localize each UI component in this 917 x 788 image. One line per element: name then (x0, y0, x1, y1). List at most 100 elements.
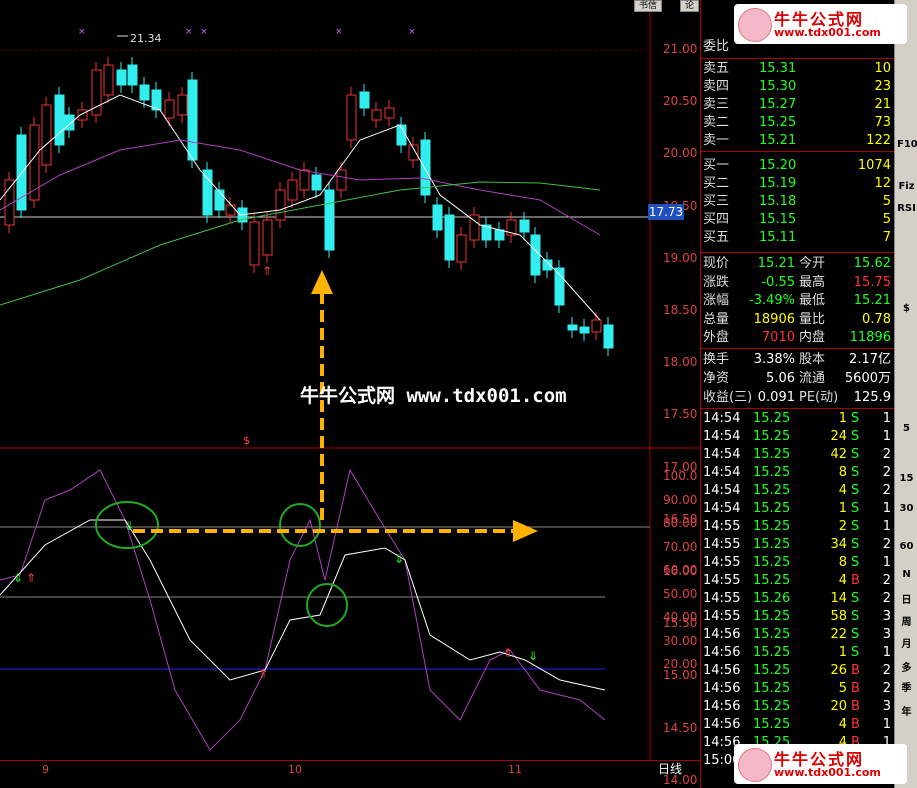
tick-time: 14:54 (703, 429, 741, 444)
quote-row[interactable]: 14:56 15.25 26 B 2 (701, 662, 895, 680)
tick-side: S (851, 645, 860, 660)
site-logo: 牛牛公式网 www.tdx001.com (734, 4, 907, 44)
period-label[interactable]: 日线 (658, 760, 682, 777)
quote-row[interactable]: 买一 15.20 1074 (701, 157, 895, 175)
tick-volume: 1 (838, 501, 847, 516)
quote-row[interactable]: 14:56 15.25 1 S 1 (701, 644, 895, 662)
bid-volume: 5 (882, 194, 891, 209)
toolbar-button[interactable]: 15 (897, 470, 916, 488)
quote-row[interactable]: 现价 15.21 今开 15.62 (701, 255, 895, 273)
quote-row[interactable]: 14:56 15.25 5 B 2 (701, 680, 895, 698)
indicator-tick: 90.00 (663, 492, 698, 507)
tick-price: 15.25 (753, 411, 791, 426)
quote-row[interactable]: 14:55 15.25 8 S 1 (701, 554, 895, 572)
toolbar-button[interactable]: $ (897, 300, 916, 318)
quote-row[interactable]: 买三 15.18 5 (701, 193, 895, 211)
quote-row[interactable]: 买五 15.11 7 (701, 229, 895, 247)
quote-row[interactable]: 14:54 15.25 8 S 2 (701, 464, 895, 482)
dollar-icon: $ (243, 434, 250, 447)
stat-label: PE(动) (799, 390, 839, 405)
quote-row[interactable]: 14:54 15.25 42 S 2 (701, 446, 895, 464)
ask-label: 卖四 (703, 79, 730, 94)
tick-time: 14:55 (703, 609, 741, 624)
candle (530, 234, 541, 276)
toolbar-button[interactable]: 5 (897, 420, 916, 438)
toolbar-button[interactable]: 多 (897, 660, 916, 678)
quote-row[interactable]: 14:55 15.26 14 S 2 (701, 590, 895, 608)
toolbar-button[interactable]: 年 (897, 704, 916, 722)
quote-row[interactable]: 14:56 15.25 20 B 3 (701, 698, 895, 716)
quote-row[interactable]: 14:55 15.25 2 S 1 (701, 518, 895, 536)
tick-count: 2 (882, 591, 891, 606)
ask-label: 卖五 (703, 61, 730, 76)
quote-row[interactable]: 总量 18906 量比 0.78 (701, 311, 895, 329)
toolbar-button[interactable]: F10 (897, 136, 917, 154)
bid-price: 15.20 (759, 158, 797, 173)
quote-row[interactable]: 外盘 7010 内盘 11896 (701, 329, 895, 347)
ask-volume: 73 (874, 115, 891, 130)
quote-row[interactable]: 卖五 15.31 10 (701, 60, 895, 78)
quote-row[interactable]: 涨跌 -0.55 最高 15.75 (701, 274, 895, 292)
stat-value: 0.78 (862, 311, 891, 327)
quote-row[interactable]: 卖四 15.30 23 (701, 78, 895, 96)
high-marker: 21.34 (130, 32, 162, 45)
quote-row[interactable]: 14:54 15.25 1 S 1 (701, 410, 895, 428)
quote-row[interactable]: 涨幅 -3.49% 最低 15.21 (701, 292, 895, 310)
toolbar-button[interactable]: Fiz (897, 178, 916, 196)
tick-count: 1 (882, 411, 891, 426)
toolbar-button[interactable]: 30 (897, 500, 916, 518)
tick-count: 1 (882, 429, 891, 444)
toolbar-button[interactable]: 月 (897, 636, 916, 654)
stat-value: 0.091 (757, 390, 795, 405)
ask-label: 卖三 (703, 97, 730, 112)
tick-volume: 26 (830, 663, 847, 678)
bid-label: 买四 (703, 212, 730, 227)
tick-price: 15.25 (753, 519, 791, 534)
top-button[interactable]: 论 (680, 0, 700, 12)
stat-value: 15.75 (853, 274, 891, 290)
stat-value: 7010 (761, 330, 795, 345)
quote-row[interactable]: 卖三 15.27 21 (701, 96, 895, 114)
event-markers: × × × × × (78, 27, 416, 37)
stat-label: 换手 (703, 352, 730, 367)
quote-row[interactable]: 14:56 15.25 4 B 1 (701, 716, 895, 734)
candle (103, 64, 114, 96)
tick-side: B (851, 573, 860, 588)
toolbar-button[interactable]: N (897, 566, 916, 584)
quote-row[interactable]: 卖二 15.25 73 (701, 114, 895, 132)
quote-row[interactable]: 14:54 15.25 1 S 1 (701, 500, 895, 518)
stat-label: 股本 (799, 352, 826, 367)
quote-row[interactable]: 14:54 15.25 24 S 1 (701, 428, 895, 446)
quote-row[interactable]: 14:56 15.25 22 S 3 (701, 626, 895, 644)
quote-row[interactable]: 14:55 15.25 58 S 3 (701, 608, 895, 626)
bid-label: 买一 (703, 158, 730, 173)
tick-volume: 1 (838, 411, 847, 426)
toolbar-button[interactable]: 60 (897, 538, 916, 556)
buy-signal-icon: ⇑ (503, 646, 513, 660)
quote-row[interactable]: 净资 5.06 流通 5600万 (701, 370, 895, 388)
candle (359, 91, 370, 109)
quote-row[interactable]: 买二 15.19 12 (701, 175, 895, 193)
tick-time: 14:55 (703, 573, 741, 588)
candle (139, 84, 150, 101)
top-button[interactable]: 书信 (634, 0, 663, 12)
tick-price: 15.26 (753, 591, 791, 606)
quote-row[interactable]: 14:55 15.25 4 B 2 (701, 572, 895, 590)
candle (591, 319, 602, 333)
tick-time: 14:56 (703, 663, 741, 678)
toolbar-button[interactable]: 周 (897, 614, 916, 632)
quote-row[interactable]: 卖一 15.21 122 (701, 132, 895, 150)
stat-label: 最低 (799, 293, 826, 308)
tick-side: S (851, 537, 860, 552)
toolbar-button[interactable]: RSI (897, 200, 916, 218)
svg-text:×: × (200, 27, 208, 37)
quote-row[interactable]: 14:55 15.25 34 S 2 (701, 536, 895, 554)
buy-signal-icon: ⇑ (26, 571, 36, 585)
stat-value: 125.9 (853, 390, 891, 405)
quote-row[interactable]: 收益(三) 0.091 PE(动) 125.9 (701, 389, 895, 407)
toolbar-button[interactable]: 日 (897, 592, 916, 610)
toolbar-button[interactable]: 季 (897, 680, 916, 698)
quote-row[interactable]: 买四 15.15 5 (701, 211, 895, 229)
quote-row[interactable]: 14:54 15.25 4 S 2 (701, 482, 895, 500)
quote-row[interactable]: 换手 3.38% 股本 2.17亿 (701, 351, 895, 369)
